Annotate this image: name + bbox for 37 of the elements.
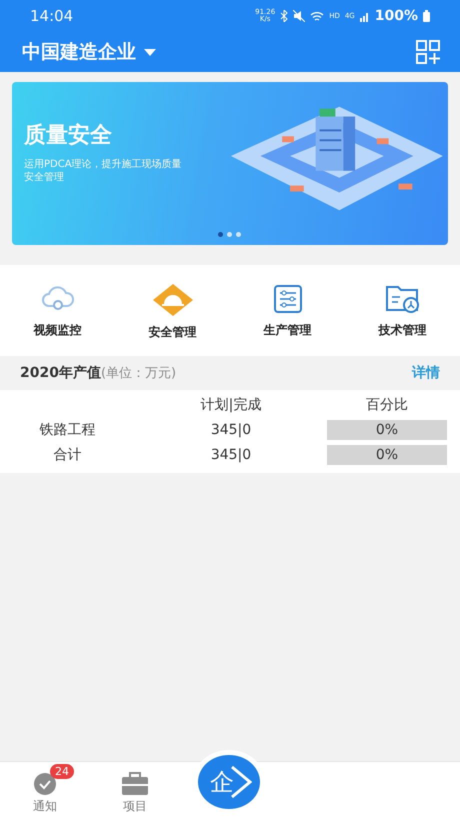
battery-icon [423, 10, 430, 22]
column-header: 百分比 [365, 396, 409, 414]
bluetooth-icon [280, 10, 288, 22]
sliders-icon [272, 284, 302, 314]
carousel-dot[interactable] [227, 232, 232, 237]
table-cell-text: 合计 [52, 446, 82, 464]
shortcut-button[interactable]: 视频监控 [0, 283, 115, 342]
tab-item[interactable]: 项目 [90, 764, 180, 816]
banner-subtitle: 运用PDCA理论，提升施工现场质量安全管理 [24, 158, 183, 184]
status-time: 14:04 [30, 7, 74, 25]
shortcut-button[interactable]: 生产管理 [230, 283, 345, 342]
shortcut-button[interactable]: 技术管理 [345, 283, 460, 342]
shortcut-button[interactable]: 安全管理 [115, 283, 230, 342]
carousel-dot[interactable] [236, 232, 241, 237]
signal-icon [360, 10, 370, 22]
banner-title: 质量安全 [24, 122, 113, 150]
table-cell-text: 铁路工程 [38, 420, 96, 438]
table-cell-text: 345|0 [210, 422, 252, 438]
mute-icon [293, 10, 306, 22]
table-cell-text: 345|0 [210, 446, 252, 462]
caret-icon [144, 48, 156, 56]
tab-item[interactable]: 通知 24 [0, 764, 90, 816]
percent-cell: 0% [327, 420, 447, 440]
carousel-dot[interactable] [218, 232, 223, 237]
folder-clock-icon [384, 284, 420, 314]
section-title: 2020年产值(单位：万元) [20, 364, 176, 382]
toolbox-icon [121, 772, 149, 796]
hard-hat-icon [152, 284, 192, 316]
wifi-icon [310, 10, 324, 22]
percent-cell: 0% [327, 444, 447, 464]
count-badge: 24 [50, 764, 74, 778]
company-dropdown[interactable]: 中国建造企业 [22, 39, 156, 65]
details-link[interactable]: 详情 [412, 364, 440, 382]
battery-percent: 100% [374, 8, 418, 24]
scan-add-button[interactable] [416, 40, 440, 64]
grid-plus-icon [416, 40, 440, 64]
column-header: 计划|完成 [200, 396, 262, 414]
